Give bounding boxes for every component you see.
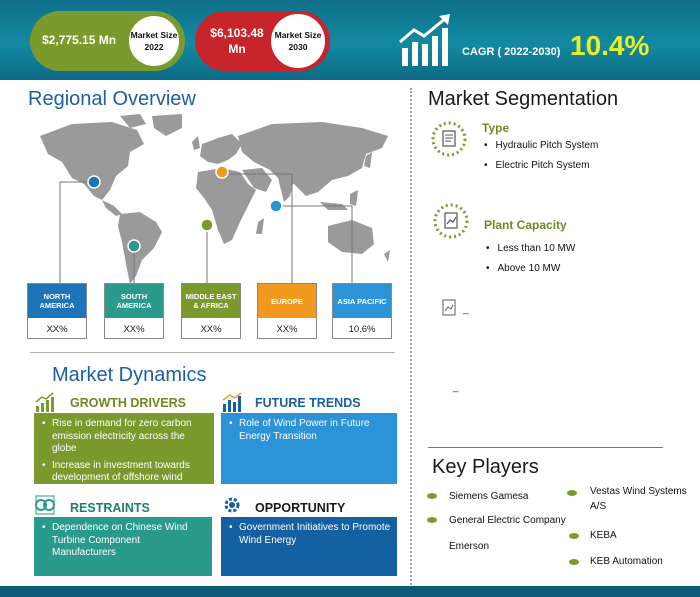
plant-capacity-item: Less than 10 MW — [486, 243, 576, 254]
bullet-dot — [427, 493, 437, 499]
opportunity-title: OPPORTUNITY — [255, 501, 346, 515]
region-name: ASIA PACIFIC — [333, 284, 391, 318]
key-player: Emerson — [449, 541, 490, 552]
header-band: $2,775.15 Mn Market Size 2022 $6,103.48 … — [0, 0, 700, 80]
list-item: Increase in investment towards developme… — [42, 460, 208, 485]
region-name: EUROPE — [258, 284, 316, 318]
market-segmentation-title: Market Segmentation — [428, 88, 619, 110]
plant-capacity-item: Above 10 MW — [486, 263, 561, 274]
region-value: 10.6% — [348, 323, 376, 335]
opportunity-gear-icon — [224, 497, 240, 513]
key-player: KEBA — [590, 530, 617, 541]
section-divider — [30, 352, 395, 353]
growth-drivers-icon — [35, 392, 54, 412]
market-size-2030-pill: $6,103.48 Mn Market Size 2030 — [195, 11, 330, 71]
cagr-value: 10.4% — [570, 30, 650, 61]
market-size-2030-value: $6,103.48 Mn — [210, 26, 264, 56]
bullet-dot — [569, 559, 579, 565]
key-player: Vestas Wind Systems A/S — [590, 486, 687, 512]
footer-band — [0, 586, 700, 597]
future-trends-icon — [222, 392, 242, 412]
segmentation-divider — [428, 447, 663, 448]
future-trends-box: Role of Wind Power in Future Energy Tran… — [221, 414, 397, 484]
opportunity-box: Government Initiatives to Promote Wind E… — [221, 518, 397, 576]
growth-drivers-title: GROWTH DRIVERS — [70, 396, 186, 410]
region-name: NORTH AMERICA — [28, 284, 86, 318]
list-item: Dependence on Chinese Wind Turbine Compo… — [42, 522, 206, 560]
bullet-dot — [569, 533, 579, 539]
region-name: SOUTH AMERICA — [105, 284, 163, 318]
region-europe: EUROPE XX% — [257, 283, 317, 339]
market-size-2022-label: Market Size 2022 — [129, 16, 179, 66]
region-north-america: NORTH AMERICA XX% — [27, 283, 87, 339]
region-middle-east-africa: MIDDLE EAST & AFRICA XX% — [181, 283, 241, 339]
region-value: XX% — [46, 323, 68, 335]
region-south-america: SOUTH AMERICA XX% — [104, 283, 164, 339]
segment-placeholder: _ — [463, 304, 469, 315]
bullet-dot — [427, 517, 437, 523]
type-item: Hydraulic Pitch System — [484, 140, 599, 151]
region-name: MIDDLE EAST & AFRICA — [182, 284, 240, 318]
region-asia-pacific: ASIA PACIFIC 10.6% — [332, 283, 392, 339]
future-trends-title: FUTURE TRENDS — [255, 396, 361, 410]
regional-overview-title: Regional Overview — [28, 88, 196, 110]
list-item: Role of Wind Power in Future Energy Tran… — [229, 418, 391, 443]
list-item: Rise in demand for zero carbon emission … — [42, 418, 208, 456]
region-value: XX% — [200, 323, 222, 335]
region-value: XX% — [276, 323, 298, 335]
restraints-title: RESTRAINTS — [70, 501, 150, 515]
growth-drivers-box: Rise in demand for zero carbon emission … — [34, 414, 214, 484]
list-item: Government Initiatives to Promote Wind E… — [229, 522, 391, 547]
column-divider — [410, 88, 412, 588]
growth-chart-icon — [399, 14, 450, 66]
segment-placeholder: _ — [453, 382, 459, 393]
plant-capacity-title: Plant Capacity — [484, 218, 567, 232]
bullet-dot — [567, 490, 577, 496]
type-item: Electric Pitch System — [484, 160, 590, 171]
type-title: Type — [482, 121, 510, 135]
restraints-box: Dependence on Chinese Wind Turbine Compo… — [34, 518, 212, 576]
plant-capacity-icon — [433, 203, 469, 239]
key-player: KEB Automation — [590, 556, 663, 567]
document-icon — [442, 299, 456, 316]
key-players-title: Key Players — [432, 456, 539, 478]
key-player: General Electric Company — [449, 515, 566, 526]
market-dynamics-title: Market Dynamics — [52, 364, 207, 386]
world-map — [40, 114, 390, 284]
type-icon — [431, 121, 467, 157]
region-value: XX% — [123, 323, 145, 335]
market-size-2022-value: $2,775.15 Mn — [42, 33, 117, 47]
market-size-2030-label: Market Size 2030 — [271, 14, 325, 68]
cagr-label: CAGR ( 2022-2030) — [462, 46, 561, 58]
market-size-2022-pill: $2,775.15 Mn Market Size 2022 — [30, 11, 185, 71]
restraints-icon — [35, 495, 55, 515]
key-player: Siemens Gamesa — [449, 491, 529, 502]
